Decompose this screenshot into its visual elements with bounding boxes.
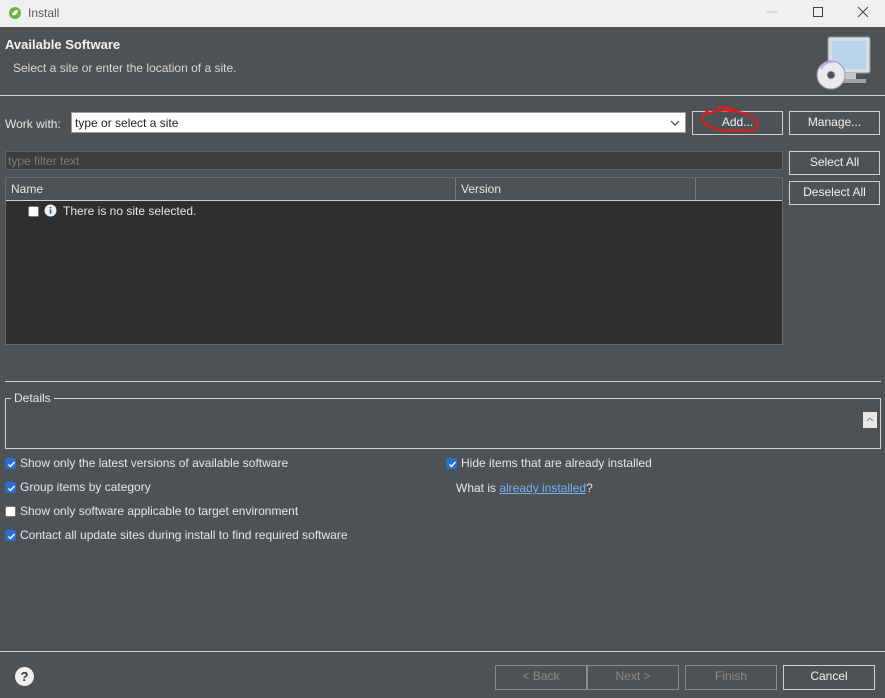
latest-versions-label: Show only the latest versions of availab…	[20, 456, 289, 470]
maximize-button[interactable]	[795, 0, 841, 27]
details-legend: Details	[14, 391, 51, 405]
software-table[interactable]: Name Version There is no site selected.	[5, 177, 783, 345]
manage-sites-button[interactable]: Manage...	[789, 111, 880, 135]
latest-versions-checkbox[interactable]	[5, 458, 16, 469]
add-site-button[interactable]: Add...	[692, 111, 783, 135]
close-button[interactable]	[840, 0, 885, 27]
details-border-right	[54, 398, 881, 399]
chevron-up-icon	[866, 417, 874, 422]
filter-input[interactable]	[6, 152, 782, 169]
page-subtitle: Select a site or enter the location of a…	[13, 61, 237, 75]
contact-sites-label: Contact all update sites during install …	[20, 528, 348, 542]
page-title: Available Software	[5, 37, 121, 52]
what-is-suffix: ?	[586, 481, 593, 495]
group-by-category-checkbox[interactable]	[5, 482, 16, 493]
next-button[interactable]: Next >	[587, 665, 679, 690]
column-header-name[interactable]: Name	[6, 178, 456, 200]
checkmark-icon	[8, 461, 16, 468]
row-text: There is no site selected.	[63, 204, 197, 218]
help-icon[interactable]: ?	[15, 667, 34, 686]
checkmark-icon	[449, 461, 457, 468]
back-button[interactable]: < Back	[495, 665, 587, 690]
filter-field[interactable]	[5, 151, 783, 170]
table-header: Name Version	[6, 178, 782, 201]
deselect-all-button[interactable]: Deselect All	[789, 181, 880, 205]
details-group: Details	[5, 391, 881, 449]
group-by-category-label: Group items by category	[20, 480, 151, 494]
minimize-icon	[767, 11, 777, 13]
details-scroll-handle[interactable]	[863, 412, 877, 428]
details-separator	[5, 381, 881, 382]
checkmark-icon	[8, 485, 16, 492]
spring-leaf-icon	[9, 7, 21, 19]
hide-installed-checkbox[interactable]	[446, 458, 457, 469]
footer-separator	[0, 651, 885, 652]
applicable-only-checkbox[interactable]	[5, 506, 16, 517]
work-with-combo[interactable]: type or select a site	[71, 112, 686, 133]
info-icon	[44, 204, 57, 217]
column-header-version[interactable]: Version	[456, 178, 696, 200]
header-separator	[0, 95, 885, 96]
column-header-extra[interactable]	[696, 178, 782, 200]
row-checkbox[interactable]	[28, 206, 39, 217]
work-with-combo-value: type or select a site	[75, 116, 179, 130]
close-icon	[857, 6, 869, 18]
window-title: Install	[28, 6, 60, 20]
minimize-button[interactable]	[749, 0, 795, 27]
hide-installed-label: Hide items that are already installed	[461, 456, 652, 470]
applicable-only-label: Show only software applicable to target …	[20, 504, 299, 518]
what-is-installed-text: What is already installed?	[456, 481, 593, 495]
select-all-button[interactable]: Select All	[789, 151, 880, 175]
finish-button[interactable]: Finish	[685, 665, 777, 690]
what-is-prefix: What is	[456, 481, 500, 495]
work-with-label: Work with:	[5, 117, 61, 131]
maximize-icon	[813, 7, 823, 17]
checkmark-icon	[8, 533, 16, 540]
window-titlebar: Install	[0, 0, 885, 27]
chevron-down-icon[interactable]	[668, 115, 682, 131]
already-installed-link[interactable]: already installed	[499, 481, 586, 495]
contact-sites-checkbox[interactable]	[5, 530, 16, 541]
details-border-left	[5, 398, 11, 399]
cancel-button[interactable]: Cancel	[783, 665, 875, 690]
wizard-header: Available Software Select a site or ente…	[0, 27, 885, 95]
install-banner-icon	[816, 36, 871, 90]
